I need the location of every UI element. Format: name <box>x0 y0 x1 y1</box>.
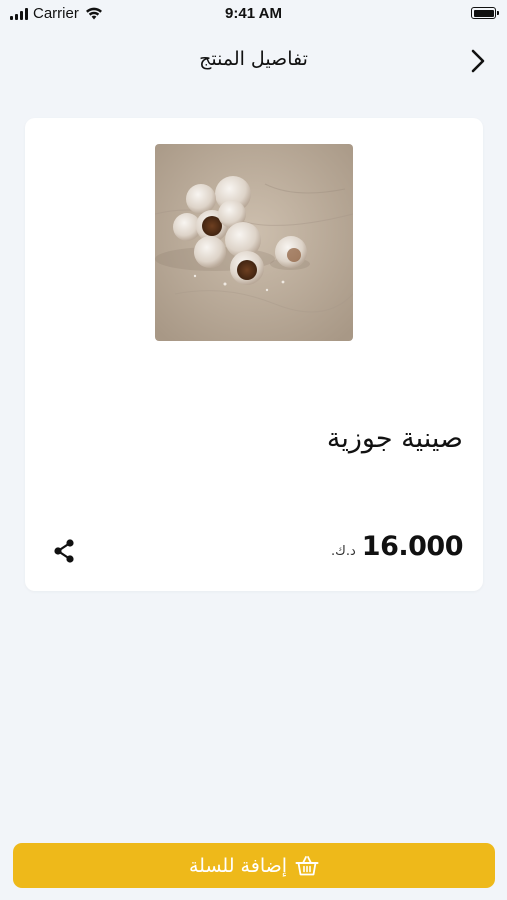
battery-icon <box>471 7 499 19</box>
product-image <box>155 144 353 341</box>
price-currency: د.ك. <box>331 544 356 559</box>
price-value: 16.000 <box>361 531 464 562</box>
status-bar: Carrier 9:41 AM <box>0 0 507 28</box>
basket-icon <box>295 855 319 875</box>
page-title: تفاصيل المنتج <box>199 48 308 70</box>
add-to-cart-label: إضافة للسلة <box>189 854 288 877</box>
share-button[interactable] <box>49 536 79 566</box>
status-time: 9:41 AM <box>225 5 282 22</box>
product-name: صينية جوزية <box>326 423 463 454</box>
product-price: 16.000 د.ك. <box>331 531 463 562</box>
product-card: صينية جوزية 16.000 د.ك. <box>25 118 483 591</box>
share-icon <box>54 539 74 563</box>
chevron-right-icon <box>471 49 485 73</box>
add-to-cart-button[interactable]: إضافة للسلة <box>13 843 495 888</box>
product-details-screen: Carrier 9:41 AM تفاصيل المنتج صينية جوزي… <box>0 0 507 900</box>
header: تفاصيل المنتج <box>0 40 507 80</box>
back-button[interactable] <box>465 46 491 76</box>
